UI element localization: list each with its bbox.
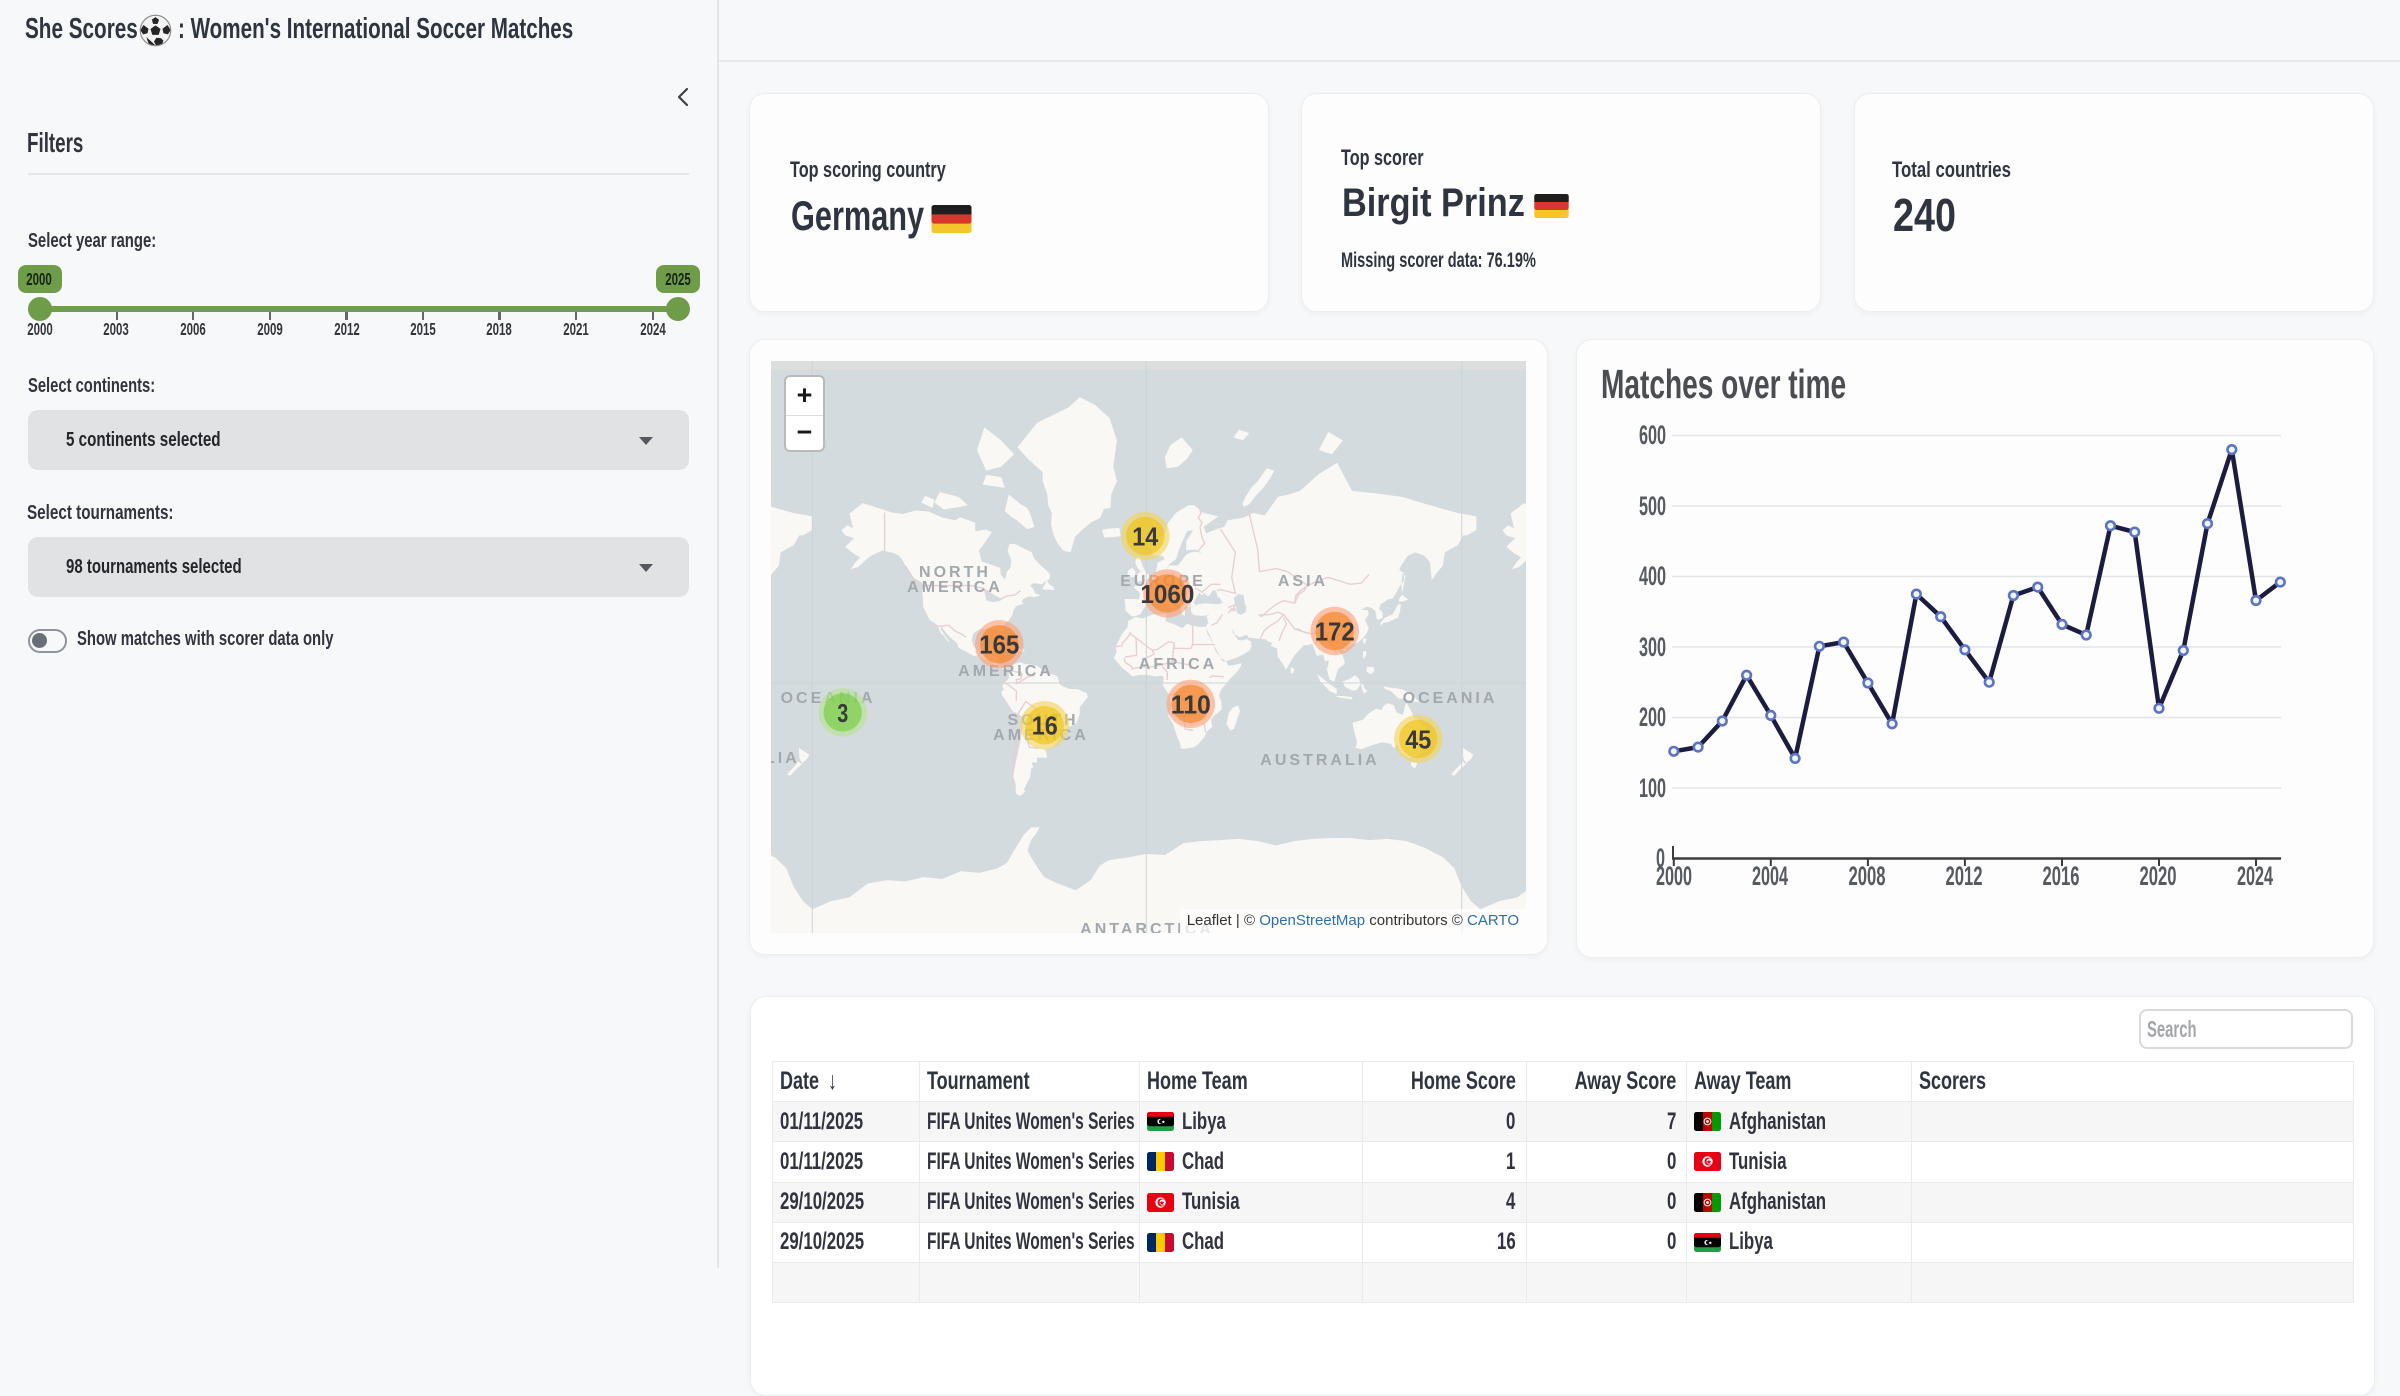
svg-text:165: 165: [979, 630, 1019, 660]
svg-text:AUSTRALIA: AUSTRALIA: [1260, 752, 1379, 769]
svg-text:16: 16: [1032, 711, 1058, 741]
svg-text:AMERICA: AMERICA: [907, 579, 1003, 596]
svg-text:3: 3: [837, 698, 848, 728]
svg-text:14: 14: [1132, 521, 1158, 551]
svg-text:AUSTRALIA: AUSTRALIA: [771, 750, 800, 767]
